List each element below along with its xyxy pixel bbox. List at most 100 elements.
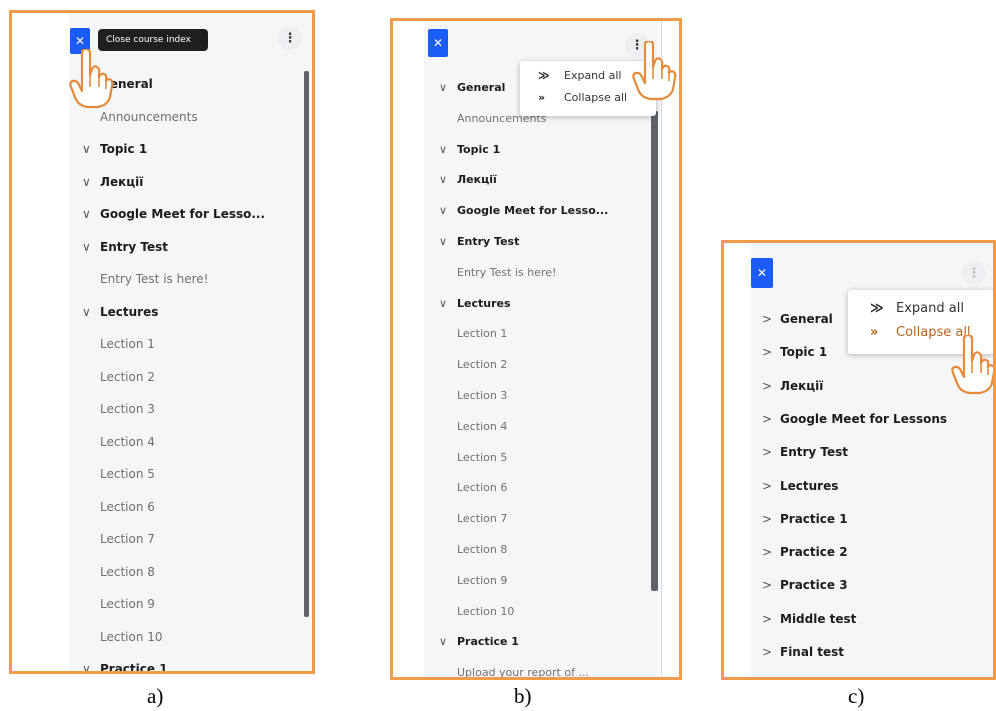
pointer-hand-icon	[632, 41, 677, 101]
activity-item[interactable]: Lection 3	[457, 381, 507, 412]
section-label: Practice 1	[780, 511, 848, 526]
activity-item[interactable]: Entry Test is here!	[100, 263, 208, 296]
chevron-down-icon: ∨	[82, 174, 91, 189]
activity-item[interactable]: Lection 10	[100, 621, 163, 654]
activity-item[interactable]: Lection 10	[457, 597, 514, 628]
activity-item[interactable]: Lection 2	[100, 361, 155, 394]
section-item[interactable]: ∨ Lectures	[439, 289, 511, 320]
menu-item-expand-all[interactable]: ≫ Expand all	[538, 67, 622, 85]
activity-item[interactable]: Lection 7	[457, 504, 507, 535]
tooltip: Close course index	[98, 29, 208, 51]
section-label: General	[780, 312, 833, 326]
activity-item[interactable]: Lection 7	[100, 523, 155, 556]
section-label: Лекції	[457, 173, 497, 187]
section-item[interactable]: > Entry Test	[762, 436, 848, 469]
chevron-right-icon: >	[762, 312, 773, 326]
activity-item[interactable]: Lection 9	[457, 566, 507, 597]
scrollbar[interactable]	[304, 71, 309, 617]
activity-item[interactable]: Lection 3	[100, 393, 155, 426]
double-chevron-right-icon: »	[870, 325, 879, 340]
chevron-right-icon: >	[762, 645, 773, 659]
activity-item[interactable]: Lection 4	[100, 426, 155, 459]
section-item[interactable]: ∨ Лекції	[439, 165, 497, 196]
section-item[interactable]: ∨ Entry Test	[82, 231, 168, 264]
section-item[interactable]: > Final test	[762, 636, 844, 669]
activity-item[interactable]: Lection 1	[100, 328, 155, 361]
section-item[interactable]: ∨ Topic 1	[439, 135, 500, 166]
caption-c: c)	[848, 684, 865, 708]
section-label: Google Meet for Lesso...	[100, 207, 266, 221]
activity-item[interactable]: Entry Test is here!	[457, 258, 556, 289]
chevron-right-icon: >	[762, 378, 773, 393]
double-chevron-down-icon: ≫	[870, 301, 884, 316]
activity-item[interactable]: Announcements	[100, 101, 198, 134]
section-item[interactable]: > Лекції	[762, 370, 823, 403]
caption-a: a)	[147, 684, 164, 708]
pointer-hand-icon	[951, 335, 993, 395]
menu-item-expand-all[interactable]: ≫ Expand all	[870, 299, 964, 319]
panel-c: ✕ ⋮ > General > Topic 1 > Лекції > Google Meet …	[721, 240, 996, 680]
section-item[interactable]: > Lectures	[762, 470, 838, 503]
menu-item-collapse-all[interactable]: » Collapse all	[538, 89, 627, 107]
chevron-down-icon: ∨	[439, 142, 448, 156]
section-item[interactable]: > Practice 3	[762, 569, 848, 602]
section-item[interactable]: > Practice 2	[762, 536, 848, 569]
activity-item[interactable]: Lection 9	[100, 588, 155, 621]
section-item[interactable]: > Google Meet for Lessons	[762, 403, 947, 436]
section-item[interactable]: ∨ Practice 1	[439, 627, 519, 658]
section-label: Лекції	[780, 378, 824, 393]
chevron-right-icon: >	[762, 445, 773, 460]
section-label: Lectures	[100, 304, 159, 319]
section-item[interactable]: ∨ Lectures	[82, 296, 158, 329]
section-label: Practice 1	[100, 662, 168, 674]
close-course-index-button[interactable]: ✕	[751, 258, 773, 288]
activity-item[interactable]: Lection 1	[457, 319, 507, 350]
section-item[interactable]: > General	[762, 303, 833, 336]
section-item[interactable]: ∨ Entry Test	[439, 227, 519, 258]
section-label: General	[457, 81, 506, 94]
scrollbar[interactable]	[651, 111, 658, 591]
chevron-right-icon: >	[762, 578, 773, 593]
section-item[interactable]: ∨ Лекції	[82, 166, 143, 199]
section-label: Google Meet for Lessons	[780, 411, 948, 426]
section-label: Entry Test	[457, 235, 520, 248]
section-item[interactable]: > Middle test	[762, 603, 856, 636]
section-item[interactable]: ∨ General	[439, 73, 505, 104]
section-label: Entry Test	[100, 239, 169, 254]
panel-b: ✕ ⋮ ∨ General Announcements ∨ Topic 1 ∨ Лекції…	[390, 18, 682, 680]
pointer-hand-icon	[69, 49, 114, 109]
course-index-menu-button[interactable]: ⋮	[278, 26, 302, 50]
course-index-menu-button[interactable]: ⋮	[962, 261, 986, 285]
caption-b: b)	[514, 684, 532, 708]
activity-item[interactable]: Upload your report of ...	[457, 658, 589, 677]
section-label: Practice 3	[780, 578, 848, 593]
activity-item[interactable]: Lection 8	[457, 535, 507, 566]
activity-item[interactable]: Lection 5	[457, 443, 507, 474]
section-label: Лекції	[100, 174, 144, 189]
activity-item[interactable]: Lection 5	[100, 458, 155, 491]
activity-item[interactable]: Lection 4	[457, 412, 507, 443]
chevron-down-icon: ∨	[82, 662, 91, 674]
chevron-down-icon: ∨	[82, 304, 91, 319]
activity-item[interactable]: Lection 8	[100, 556, 155, 589]
section-label: Final test	[780, 645, 844, 659]
section-label: Topic 1	[100, 142, 148, 156]
panel-a: ✕ Close course index ⋮ ∨GeneralAnnouncem…	[9, 10, 315, 674]
section-item[interactable]: ∨ Practice 1	[82, 653, 168, 674]
section-item[interactable]: ∨ Topic 1	[82, 133, 147, 166]
section-item[interactable]: > Practice 1	[762, 503, 848, 536]
chevron-down-icon: ∨	[439, 173, 448, 187]
activity-item[interactable]: Lection 6	[457, 473, 507, 504]
close-course-index-button[interactable]: ✕	[428, 29, 448, 57]
chevron-right-icon: >	[762, 611, 773, 626]
chevron-down-icon: ∨	[82, 207, 91, 221]
section-item[interactable]: > Topic 1	[762, 336, 827, 369]
section-item[interactable]: ∨ Google Meet for Lesso...	[439, 196, 608, 227]
chevron-right-icon: >	[762, 511, 773, 526]
section-label: Topic 1	[457, 142, 501, 156]
activity-item[interactable]: Lection 6	[100, 491, 155, 524]
section-item[interactable]: ∨ Google Meet for Lesso...	[82, 198, 265, 231]
activity-item[interactable]: Lection 2	[457, 350, 507, 381]
double-chevron-down-icon: ≫	[538, 69, 550, 82]
chevron-down-icon: ∨	[439, 296, 448, 310]
